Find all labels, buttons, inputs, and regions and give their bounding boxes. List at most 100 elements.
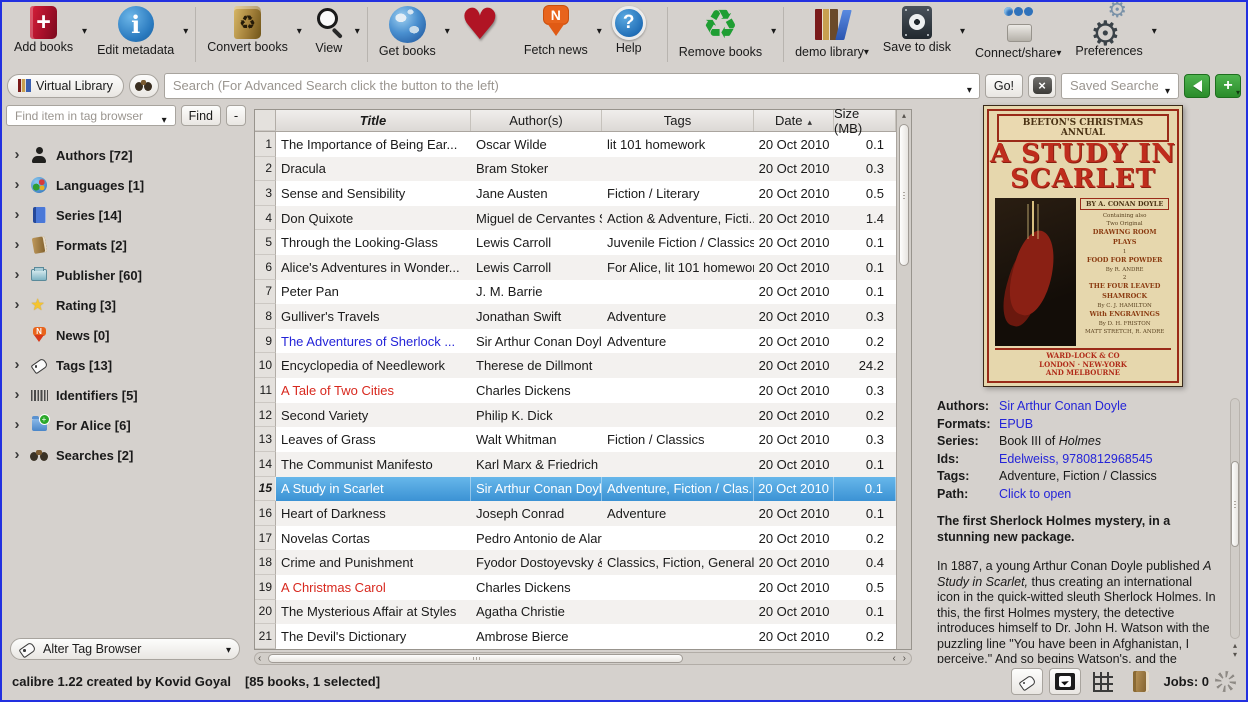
- sidebar-item-languages[interactable]: Languages [1]: [2, 170, 252, 200]
- book-row[interactable]: 16Heart of DarknessJoseph ConradAdventur…: [255, 501, 896, 526]
- sidebar-item-searches[interactable]: Searches [2]: [2, 440, 252, 470]
- toggle-book-details-button[interactable]: [1125, 668, 1157, 695]
- toggle-tag-browser-button[interactable]: [1011, 668, 1043, 695]
- book-row[interactable]: 17Novelas CortasPedro Antonio de Alarcón…: [255, 526, 896, 551]
- saved-searches-input[interactable]: [1062, 74, 1178, 98]
- sidebar-item-identifiers[interactable]: Identifiers [5]: [2, 380, 252, 410]
- book-row[interactable]: 1The Importance of Being Ear...Oscar Wil…: [255, 132, 896, 157]
- book-row[interactable]: 20The Mysterious Affair at StylesAgatha …: [255, 600, 896, 625]
- toolbar-preferences-button[interactable]: Preferences: [1069, 5, 1158, 58]
- search-history-caret-icon[interactable]: [967, 81, 972, 97]
- search-input[interactable]: [164, 73, 980, 99]
- column-header-date[interactable]: Date: [754, 110, 834, 131]
- details-scroll-thumb[interactable]: [1231, 461, 1239, 547]
- toolbar-connect-share-button[interactable]: Connect/share: [969, 5, 1067, 60]
- book-row[interactable]: 3Sense and SensibilityJane AustenFiction…: [255, 181, 896, 206]
- find-item-combo[interactable]: [6, 105, 176, 126]
- toolbar-help-button[interactable]: Help: [606, 5, 662, 55]
- find-item-caret-icon[interactable]: [162, 111, 167, 127]
- dropdown-caret-icon[interactable]: [297, 22, 302, 38]
- find-item-input[interactable]: [7, 106, 175, 125]
- sidebar-item-for-alice[interactable]: For Alice [6]: [2, 410, 252, 440]
- toolbar-library-button[interactable]: demo library: [789, 5, 875, 59]
- clear-search-button[interactable]: [1028, 74, 1056, 98]
- book-row[interactable]: 5Through the Looking-GlassLewis CarrollJ…: [255, 230, 896, 255]
- horizontal-scroll-thumb[interactable]: [268, 654, 683, 663]
- expand-arrow-icon[interactable]: [12, 386, 22, 404]
- book-row[interactable]: 12Second VarietyPhilip K. Dick20 Oct 201…: [255, 403, 896, 428]
- formats-link[interactable]: EPUB: [999, 416, 1033, 434]
- advanced-search-button[interactable]: [129, 74, 159, 98]
- column-header-title[interactable]: Title: [276, 110, 471, 131]
- alter-tag-browser-button[interactable]: Alter Tag Browser: [10, 638, 240, 660]
- ids-links[interactable]: Edelweiss, 9780812968545: [999, 451, 1153, 469]
- jobs-spinner-icon[interactable]: [1215, 671, 1236, 692]
- toolbar-remove-books-button[interactable]: Remove books: [673, 5, 778, 59]
- book-row[interactable]: 18Crime and PunishmentFyodor Dostoyevsky…: [255, 550, 896, 575]
- scroll-up-icon[interactable]: ▴: [897, 111, 911, 120]
- dropdown-caret-icon[interactable]: [82, 22, 87, 38]
- book-row[interactable]: 6Alice's Adventures in Wonder...Lewis Ca…: [255, 255, 896, 280]
- dropdown-caret-icon[interactable]: [597, 22, 602, 38]
- expand-arrow-icon[interactable]: [12, 416, 22, 434]
- dropdown-caret-icon[interactable]: [864, 43, 869, 59]
- book-list-vertical-scrollbar[interactable]: ▴: [896, 110, 911, 649]
- jobs-label[interactable]: Jobs: 0: [1163, 674, 1209, 689]
- toolbar-save-to-disk-button[interactable]: Save to disk: [877, 5, 967, 54]
- expand-arrow-icon[interactable]: [12, 356, 22, 374]
- sidebar-item-publisher[interactable]: Publisher [60]: [2, 260, 252, 290]
- expand-arrow-icon[interactable]: [12, 206, 22, 224]
- book-cover[interactable]: BEETON'S CHRISTMAS ANNUAL A STUDY IN SCA…: [983, 105, 1183, 387]
- book-row[interactable]: 21The Devil's DictionaryAmbrose Bierce20…: [255, 624, 896, 649]
- toolbar-convert-books-button[interactable]: Convert books: [201, 5, 304, 54]
- toolbar-get-books-button[interactable]: Get books: [373, 5, 452, 58]
- find-button[interactable]: Find: [181, 105, 221, 126]
- authors-link[interactable]: Sir Arthur Conan Doyle: [999, 398, 1127, 416]
- column-header-tags[interactable]: Tags: [602, 110, 754, 131]
- saved-searches-caret-icon[interactable]: [1165, 82, 1170, 98]
- column-header-authors[interactable]: Author(s): [471, 110, 602, 131]
- toggle-cover-browser-button[interactable]: [1049, 668, 1081, 695]
- toolbar-view-button[interactable]: View: [306, 5, 362, 55]
- sidebar-item-authors[interactable]: Authors [72]: [2, 140, 252, 170]
- expand-arrow-icon[interactable]: [12, 266, 22, 284]
- dropdown-caret-icon[interactable]: [355, 22, 360, 38]
- toggle-grid-view-button[interactable]: [1087, 668, 1119, 695]
- toolbar-add-books-button[interactable]: Add books: [8, 5, 89, 54]
- book-row[interactable]: 11A Tale of Two CitiesCharles Dickens20 …: [255, 378, 896, 403]
- book-row[interactable]: 15A Study in ScarletSir Arthur Conan Doy…: [255, 477, 896, 502]
- book-row[interactable]: 19A Christmas CarolCharles Dickens20 Oct…: [255, 575, 896, 600]
- column-header-size[interactable]: Size (MB): [834, 110, 896, 131]
- sidebar-item-tags[interactable]: Tags [13]: [2, 350, 252, 380]
- book-row[interactable]: 9The Adventures of Sherlock ...Sir Arthu…: [255, 329, 896, 354]
- sidebar-item-series[interactable]: Series [14]: [2, 200, 252, 230]
- sidebar-item-formats[interactable]: Formats [2]: [2, 230, 252, 260]
- save-search-button[interactable]: [1215, 74, 1241, 98]
- book-row[interactable]: 14The Communist ManifestoKarl Marx & Fri…: [255, 452, 896, 477]
- dropdown-caret-icon[interactable]: [1056, 44, 1061, 60]
- book-row[interactable]: 13Leaves of GrassWalt WhitmanFiction / C…: [255, 427, 896, 452]
- expand-arrow-icon[interactable]: [12, 446, 22, 464]
- dropdown-caret-icon[interactable]: [183, 22, 188, 38]
- saved-searches-combo[interactable]: [1061, 73, 1179, 99]
- vertical-scroll-thumb[interactable]: [899, 124, 909, 266]
- sidebar-item-rating[interactable]: Rating [3]: [2, 290, 252, 320]
- sidebar-item-news[interactable]: News [0]: [2, 320, 252, 350]
- book-row[interactable]: 8Gulliver's TravelsJonathan SwiftAdventu…: [255, 304, 896, 329]
- copy-search-to-saved-button[interactable]: [1184, 74, 1210, 98]
- virtual-library-button[interactable]: Virtual Library: [7, 74, 124, 98]
- book-row[interactable]: 4Don QuixoteMiguel de Cervantes Saa...Ac…: [255, 206, 896, 231]
- expand-arrow-icon[interactable]: [12, 176, 22, 194]
- toolbar-donate-button[interactable]: [454, 5, 516, 45]
- dropdown-caret-icon[interactable]: [960, 22, 965, 38]
- expand-arrow-icon[interactable]: [12, 296, 22, 314]
- book-row[interactable]: 10Encyclopedia of NeedleworkTherese de D…: [255, 353, 896, 378]
- toolbar-fetch-news-button[interactable]: Fetch news: [518, 5, 604, 57]
- dropdown-caret-icon[interactable]: [771, 22, 776, 38]
- collapse-all-button[interactable]: -: [226, 105, 246, 126]
- expand-arrow-icon[interactable]: [12, 236, 22, 254]
- go-button[interactable]: Go!: [985, 74, 1023, 98]
- book-row[interactable]: 7Peter PanJ. M. Barrie20 Oct 20100.1: [255, 280, 896, 305]
- dropdown-caret-icon[interactable]: [1152, 22, 1157, 38]
- expand-arrow-icon[interactable]: [12, 146, 22, 164]
